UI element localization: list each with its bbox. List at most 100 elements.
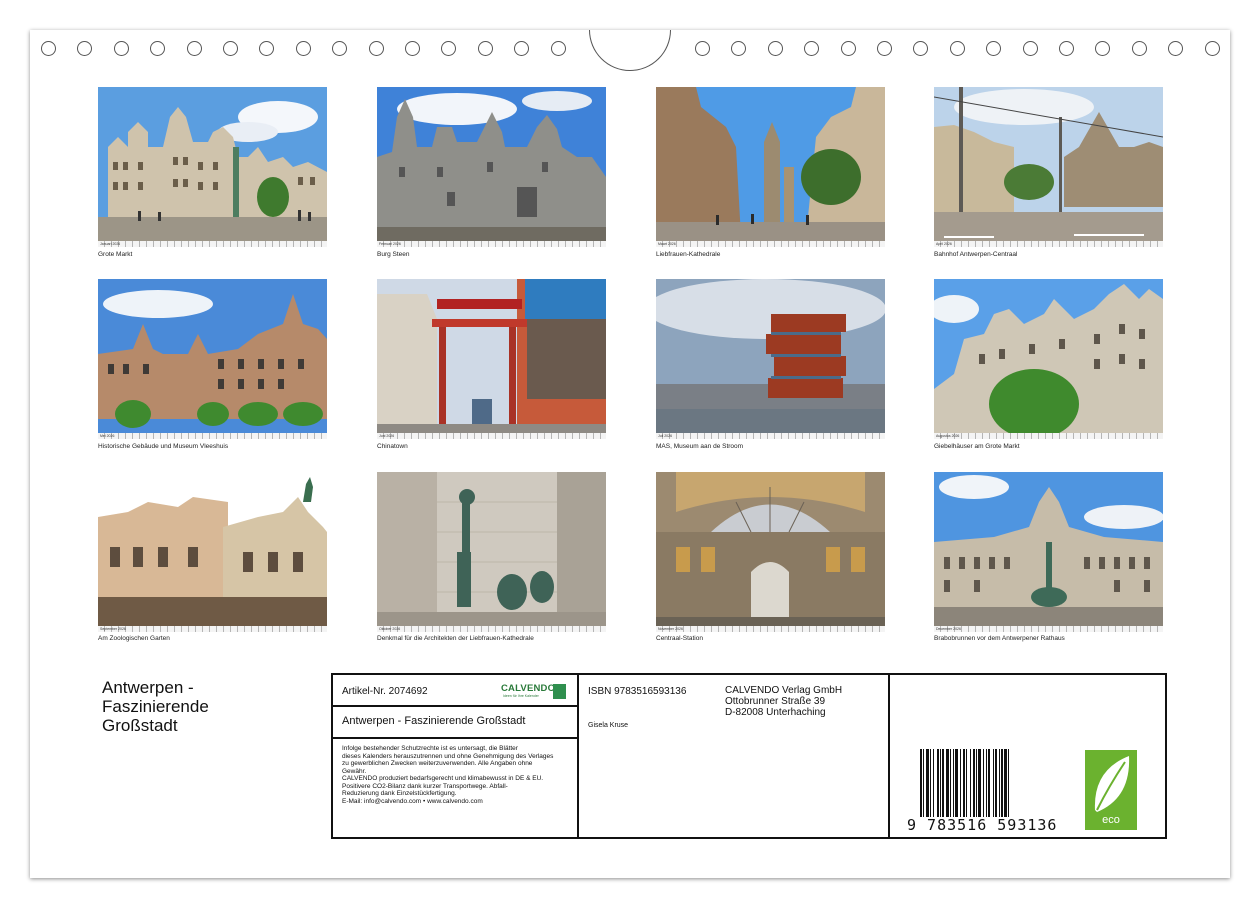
caption: Chinatown — [377, 443, 408, 450]
barcode-bar — [978, 749, 981, 817]
month-label: Maart 2026 — [658, 242, 676, 246]
caption: Bahnhof Antwerpen-Centraal — [934, 251, 1018, 258]
legal-line: Gewähr. — [342, 767, 367, 775]
date-strip — [377, 241, 606, 247]
photo-bahnhof-antwerpen-centraal: April 2026 — [934, 87, 1163, 247]
date-strip — [656, 626, 885, 632]
barcode-bar — [988, 749, 990, 817]
caption: Am Zoologischen Garten — [98, 635, 170, 642]
brand-tagline: Ideen für Ihre Kalender — [503, 694, 539, 698]
month-label: November 2026 — [658, 627, 683, 631]
binding-hole — [477, 41, 493, 56]
photo-centraal-station: November 2026 — [656, 472, 885, 632]
caption: Grote Markt — [98, 251, 133, 258]
month-label: Augustus 2026 — [936, 434, 960, 438]
binding-hole — [840, 41, 856, 56]
binding-hole — [405, 41, 420, 56]
legal-line: Infolge bestehender Schutzrechte ist es … — [342, 745, 518, 752]
title-line: Antwerpen - — [102, 678, 194, 697]
barcode-bar — [963, 749, 965, 817]
binding-hole — [295, 41, 311, 56]
barcode-bar — [1001, 749, 1003, 817]
publisher-line: D-82008 Unterhaching — [725, 707, 826, 718]
legal-notice: Infolge bestehender Schutzrechte ist es … — [342, 745, 578, 805]
calendar-title: Antwerpen - Faszinierende Großstadt — [102, 678, 302, 735]
date-strip — [98, 626, 327, 632]
binding-hole — [949, 41, 965, 56]
binding-hole — [113, 41, 129, 56]
photo-giebelhaeuser: Augustus 2026 — [934, 279, 1163, 439]
barcode-bar — [966, 749, 967, 817]
date-strip — [656, 433, 885, 439]
divider — [333, 705, 579, 707]
month-label: Juli 2026 — [658, 434, 673, 438]
brand-name: CALVENDO — [501, 683, 556, 694]
barcode-bar — [995, 749, 997, 817]
caption: Burg Steen — [377, 251, 410, 258]
barcode-bar — [993, 749, 994, 817]
barcode-bar — [923, 749, 924, 817]
binding-hole — [223, 41, 238, 56]
calvendo-logo: CALVENDO Ideen für Ihre Kalender — [501, 683, 569, 701]
caption: Historische Gebäude und Museum Vleeshuis — [98, 443, 229, 450]
date-strip — [98, 433, 327, 439]
barcode-bar — [976, 749, 977, 817]
calvendo-mark-icon — [553, 684, 566, 699]
legal-line: E-Mail: info@calvendo.com • www.calvendo… — [342, 797, 483, 805]
barcode-bar — [950, 749, 951, 817]
photo-zoologischer-garten: September 2026 — [98, 472, 327, 632]
publisher-line: Ottobrunner Straße 39 — [725, 696, 826, 707]
barcode-bar — [999, 749, 1000, 817]
barcode-bar — [953, 749, 954, 817]
publisher-line: CALVENDO Verlag GmbH — [725, 685, 843, 696]
month-label: Januari 2026 — [100, 242, 121, 246]
eco-badge: eco — [1085, 750, 1137, 830]
photo-brabobrunnen: December 2026 — [934, 472, 1163, 632]
legal-line: CALVENDO produziert bedarfsgerecht und k… — [342, 775, 544, 782]
barcode-bar — [955, 749, 958, 817]
barcode-bar — [930, 749, 931, 817]
legal-line: Reduzierung dank Einzelstückfertigung. — [342, 790, 457, 797]
legal-line: Positivere CO2-Bilanz dank kurzer Transp… — [342, 782, 508, 790]
legal-line: dieses Kalenders herauszutrennen und ohn… — [342, 752, 554, 760]
date-strip — [377, 626, 606, 632]
barcode-bar — [973, 749, 975, 817]
caption: Centraal-Station — [656, 635, 703, 642]
author: Gisela Kruse — [588, 722, 629, 729]
barcode-bar — [933, 749, 934, 817]
binding-hole — [1059, 41, 1074, 56]
binding-hole — [1204, 41, 1220, 56]
barcode-bar — [986, 749, 987, 817]
month-label: Juni 2026 — [379, 434, 395, 438]
barcode-bar — [960, 749, 961, 817]
publisher-address: CALVENDO Verlag GmbH Ottobrunner Straße … — [725, 685, 842, 718]
binding-hole — [1022, 41, 1038, 56]
barcode-bar — [983, 749, 984, 817]
barcode-bar — [970, 749, 971, 817]
binding-hole — [368, 41, 384, 56]
binding-hole — [695, 41, 710, 56]
caption: Giebelhäuser am Grote Markt — [934, 443, 1020, 450]
binding-hole — [877, 41, 892, 56]
binding-hole — [550, 41, 566, 56]
caption: MAS, Museum aan de Stroom — [656, 443, 744, 450]
photo-mas-museum: Juli 2026 — [656, 279, 885, 439]
title-line: Großstadt — [102, 716, 178, 735]
barcode-number: 9 783516 593136 — [907, 816, 1058, 834]
date-strip — [934, 241, 1163, 247]
date-strip — [98, 241, 327, 247]
eco-label: eco — [1102, 814, 1120, 826]
barcode-bar — [940, 749, 941, 817]
photo-grote-markt: Januari 2026 — [98, 87, 327, 247]
barcode-bar — [937, 749, 939, 817]
article-number: Artikel-Nr. 2074692 — [342, 686, 428, 697]
barcode-icon — [920, 749, 1009, 817]
month-label: Mei 2026 — [100, 434, 115, 438]
photo-chinatown: Juni 2026 — [377, 279, 606, 439]
barcode-bar — [1004, 749, 1007, 817]
month-label: December 2026 — [936, 627, 961, 631]
binding-hole — [186, 41, 202, 56]
barcode-bar — [946, 749, 949, 817]
month-label: Oktober 2026 — [379, 627, 401, 631]
month-label: September 2026 — [100, 627, 126, 631]
